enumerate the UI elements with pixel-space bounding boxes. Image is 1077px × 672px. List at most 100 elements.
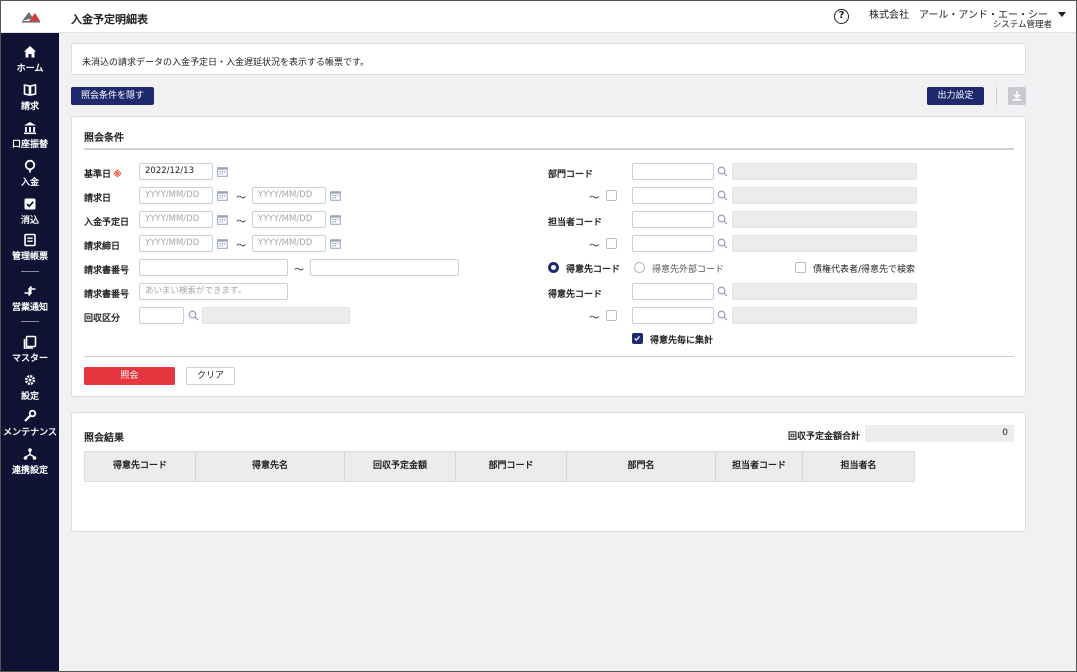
payment-due-date-from-input[interactable]: YYYY/MM/DD — [139, 211, 213, 228]
network-icon — [23, 448, 37, 460]
conditions-divider — [84, 148, 1014, 150]
range-tilde: ～ — [589, 241, 599, 252]
column-header-department-code[interactable]: 部門コード — [456, 452, 567, 481]
sidebar-item-home[interactable]: ホーム — [1, 45, 59, 74]
sidebar-item-billing[interactable]: 請求 — [1, 83, 59, 112]
payment-due-date-label: 入金予定日 — [84, 218, 130, 228]
sidebar-item-settings[interactable]: 設定 — [1, 373, 59, 402]
sidebar: ホーム 請求 口座振替 入金 消込 管理帳票 営業通知 マスター 設定 メンテナ… — [1, 33, 59, 671]
collection-type-label: 回収区分 — [84, 314, 121, 324]
top-header: 入金予定明細表 ? 株式会社 アール・アンド・エー・シー システム管理者 — [1, 1, 1076, 33]
check-square-icon — [24, 198, 36, 210]
staff-code-label: 担当者コード — [548, 218, 603, 228]
sidebar-item-master[interactable]: マスター — [1, 335, 59, 364]
column-header-customer-name[interactable]: 得意先名 — [196, 452, 345, 481]
calendar-icon[interactable] — [217, 214, 228, 225]
results-title: 照会結果 — [84, 433, 124, 444]
column-header-staff-name[interactable]: 担当者名 — [803, 452, 914, 481]
calendar-icon[interactable] — [217, 190, 228, 201]
query-button[interactable]: 照会 — [84, 367, 175, 385]
sidebar-item-reconciliation[interactable]: 消込 — [1, 197, 59, 226]
clear-button[interactable]: クリア — [186, 367, 235, 385]
column-header-department-name[interactable]: 部門名 — [567, 452, 716, 481]
sidebar-divider — [21, 321, 39, 322]
column-header-staff-code[interactable]: 担当者コード — [716, 452, 803, 481]
search-icon[interactable] — [717, 214, 728, 225]
column-header-customer-code[interactable]: 得意先コード — [85, 452, 196, 481]
invoice-number-fuzzy-label: 請求書番号 — [84, 290, 130, 300]
department-code-label: 部門コード — [548, 170, 594, 180]
search-by-representative-checkbox[interactable] — [795, 262, 806, 273]
sidebar-item-label: 営業通知 — [11, 303, 48, 313]
stack-icon — [23, 335, 37, 349]
department-code-from-input[interactable] — [632, 163, 714, 180]
download-button[interactable] — [1008, 87, 1026, 105]
payment-due-date-to-input[interactable]: YYYY/MM/DD — [252, 211, 326, 228]
calendar-icon[interactable] — [217, 166, 228, 177]
wrench-icon — [24, 409, 37, 422]
help-icon[interactable]: ? — [834, 9, 849, 24]
app-window: 入金予定明細表 ? 株式会社 アール・アンド・エー・シー システム管理者 ホーム… — [0, 0, 1077, 672]
customer-external-code-radio[interactable] — [634, 262, 645, 273]
company-logo[interactable] — [20, 9, 42, 25]
customer-code-to-input[interactable] — [632, 307, 714, 324]
invoice-number-to-input[interactable] — [310, 259, 459, 276]
calendar-icon[interactable] — [217, 238, 228, 249]
required-mark: ※ — [113, 170, 122, 180]
column-header-collection-amount[interactable]: 回収予定金額 — [345, 452, 456, 481]
aggregate-by-customer-checkbox[interactable] — [632, 333, 643, 344]
billing-close-date-to-input[interactable]: YYYY/MM/DD — [252, 235, 326, 252]
staff-range-checkbox[interactable] — [606, 238, 617, 249]
customer-external-code-radio-label[interactable]: 得意先外部コード — [652, 262, 724, 275]
toggle-conditions-button[interactable]: 照会条件を隠す — [71, 87, 154, 105]
customer-code-label: 得意先コード — [548, 290, 603, 300]
staff-name-from-display — [732, 211, 917, 228]
user-menu-caret-icon[interactable] — [1058, 12, 1066, 17]
base-date-input[interactable]: 2022/12/13 — [139, 163, 213, 180]
staff-code-to-input[interactable] — [632, 235, 714, 252]
billing-date-to-input[interactable]: YYYY/MM/DD — [252, 187, 326, 204]
user-role[interactable]: システム管理者 — [993, 18, 1052, 30]
billing-close-date-from-input[interactable]: YYYY/MM/DD — [139, 235, 213, 252]
aggregate-by-customer-label[interactable]: 得意先毎に集計 — [650, 333, 713, 346]
sidebar-item-management-reports[interactable]: 管理帳票 — [1, 233, 59, 262]
invoice-number-from-input[interactable] — [139, 259, 288, 276]
search-icon[interactable] — [717, 286, 728, 297]
conditions-footer-divider — [84, 356, 1014, 357]
sidebar-item-integration-settings[interactable]: 連携設定 — [1, 447, 59, 476]
sidebar-item-label: 消込 — [20, 216, 39, 226]
output-settings-button[interactable]: 出力設定 — [927, 87, 984, 105]
customer-code-radio-label[interactable]: 得意先コード — [566, 262, 620, 275]
description-card: 未消込の請求データの入金予定日・入金遅延状況を表示する帳票です。 — [71, 43, 1026, 75]
customer-code-from-input[interactable] — [632, 283, 714, 300]
search-icon[interactable] — [717, 166, 728, 177]
department-range-checkbox[interactable] — [606, 190, 617, 201]
customer-range-checkbox[interactable] — [606, 310, 617, 321]
search-icon[interactable] — [188, 310, 199, 321]
search-by-representative-label[interactable]: 債権代表者/得意先で検索 — [813, 262, 915, 275]
customer-name-to-display — [732, 307, 917, 324]
sidebar-item-maintenance[interactable]: メンテナンス — [1, 409, 59, 438]
sidebar-item-sales-notice[interactable]: 営業通知 — [1, 284, 59, 313]
range-tilde: ～ — [236, 217, 246, 228]
calendar-icon[interactable] — [330, 214, 341, 225]
calendar-icon[interactable] — [330, 238, 341, 249]
range-tilde: ～ — [589, 313, 599, 324]
department-code-to-input[interactable] — [632, 187, 714, 204]
invoice-number-fuzzy-input[interactable]: あいまい検索ができます。 — [139, 283, 288, 300]
billing-date-from-input[interactable]: YYYY/MM/DD — [139, 187, 213, 204]
search-icon[interactable] — [717, 190, 728, 201]
search-icon[interactable] — [717, 238, 728, 249]
customer-code-radio[interactable] — [548, 262, 559, 273]
gear-icon — [25, 375, 35, 385]
home-icon — [24, 46, 36, 58]
sidebar-item-label: マスター — [11, 354, 48, 364]
sidebar-item-label: 設定 — [20, 392, 39, 402]
collection-type-code-input[interactable] — [139, 307, 184, 324]
page-title: 入金予定明細表 — [71, 13, 148, 26]
sidebar-item-account-transfer[interactable]: 口座振替 — [1, 121, 59, 150]
calendar-icon[interactable] — [330, 190, 341, 201]
search-icon[interactable] — [717, 310, 728, 321]
staff-code-from-input[interactable] — [632, 211, 714, 228]
sidebar-item-payment[interactable]: 入金 — [1, 159, 59, 188]
